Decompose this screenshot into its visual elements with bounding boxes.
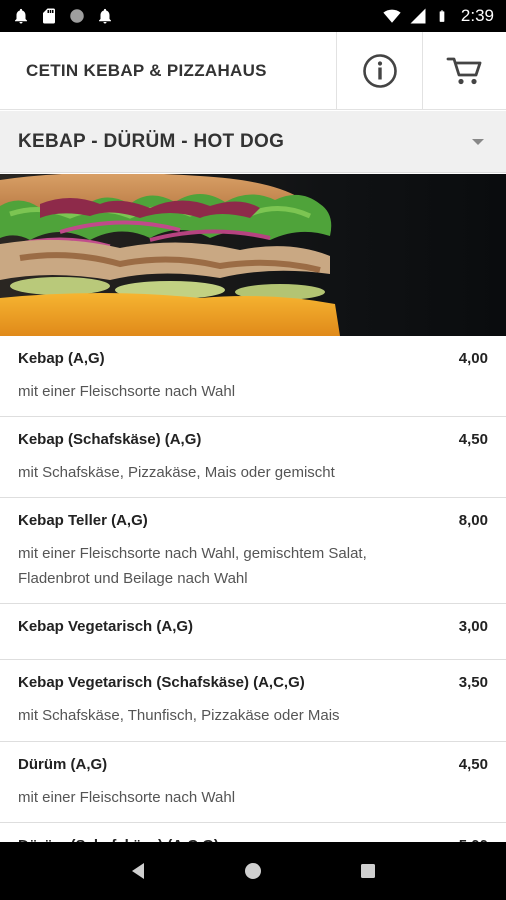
- menu-item[interactable]: Kebap (A,G) 4,00 mit einer Fleischsorte …: [0, 336, 506, 417]
- cart-icon: [446, 57, 481, 84]
- menu-item[interactable]: Kebap (Schafskäse) (A,G) 4,50 mit Schafs…: [0, 417, 506, 498]
- menu-item-description-line: mit einer Fleischsorte nach Wahl, gemisc…: [18, 545, 367, 562]
- menu-item-price: 8,00: [458, 512, 488, 529]
- cart-button[interactable]: [422, 32, 506, 109]
- menu-item[interactable]: Kebap Vegetarisch (A,G) 3,00: [0, 604, 506, 660]
- system-nav-bar: [0, 842, 506, 900]
- menu-item-price: 4,00: [458, 350, 488, 367]
- menu-item-name: Kebap Vegetarisch (A,G): [18, 618, 194, 635]
- category-label: KEBAP - DÜRÜM - HOT DOG: [18, 130, 285, 152]
- home-icon[interactable]: [242, 860, 264, 882]
- sd-card-icon: [43, 8, 55, 24]
- app-bar: CETIN KEBAP & PIZZAHAUS: [0, 32, 506, 110]
- menu-list: Kebap (A,G) 4,00 mit einer Fleischsorte …: [0, 336, 506, 883]
- back-icon[interactable]: [127, 860, 149, 882]
- signal-icon: [410, 8, 426, 24]
- menu-item-price: 3,00: [458, 618, 488, 635]
- menu-item-description: mit einer Fleischsorte nach Wahl: [18, 383, 236, 400]
- menu-item-description: mit einer Fleischsorte nach Wahl, gemisc…: [18, 541, 488, 591]
- category-banner-image: [0, 174, 506, 336]
- kebab-sandwich-photo: [0, 174, 506, 336]
- menu-item[interactable]: Kebap Teller (A,G) 8,00 mit einer Fleisc…: [0, 498, 506, 604]
- menu-item-name: Kebap Vegetarisch (Schafskäse) (A,C,G): [18, 674, 305, 691]
- clock: 2:39: [460, 6, 494, 25]
- menu-item-description: mit Schafskäse, Thunfisch, Pizzakäse ode…: [18, 707, 340, 724]
- menu-item[interactable]: Kebap Vegetarisch (Schafskäse) (A,C,G) 3…: [0, 660, 506, 742]
- menu-item-description-line: Fladenbrot und Beilage nach Wahl: [18, 570, 248, 587]
- menu-item-name: Kebap (A,G): [18, 350, 105, 367]
- battery-icon: [439, 10, 445, 22]
- status-left-icons: [12, 7, 114, 25]
- notification-bell-icon: [99, 8, 111, 24]
- wifi-icon: [383, 9, 401, 23]
- menu-item-price: 4,50: [458, 431, 488, 448]
- app-title: CETIN KEBAP & PIZZAHAUS: [26, 60, 267, 80]
- category-dropdown[interactable]: KEBAP - DÜRÜM - HOT DOG: [0, 111, 506, 173]
- menu-item-description: mit einer Fleischsorte nach Wahl: [18, 789, 236, 806]
- menu-item-price: 4,50: [458, 756, 488, 773]
- menu-item-description: mit Schafskäse, Pizzakäse, Mais oder gem…: [18, 464, 335, 481]
- menu-item-name: Dürüm (A,G): [18, 756, 108, 773]
- recents-icon[interactable]: [357, 860, 379, 882]
- status-bar: 2:39: [0, 0, 506, 32]
- info-icon: [362, 53, 397, 88]
- menu-item-name: Kebap (Schafskäse) (A,G): [18, 431, 202, 448]
- menu-item[interactable]: Dürüm (A,G) 4,50 mit einer Fleischsorte …: [0, 742, 506, 823]
- caret-down-icon: [472, 138, 484, 145]
- circle-status-icon: [70, 9, 84, 23]
- status-right-icons: 2:39: [383, 6, 494, 26]
- info-button[interactable]: [336, 32, 422, 109]
- menu-item-name: Kebap Teller (A,G): [18, 512, 148, 529]
- notification-bell-icon: [15, 8, 27, 24]
- menu-item-price: 3,50: [458, 674, 488, 691]
